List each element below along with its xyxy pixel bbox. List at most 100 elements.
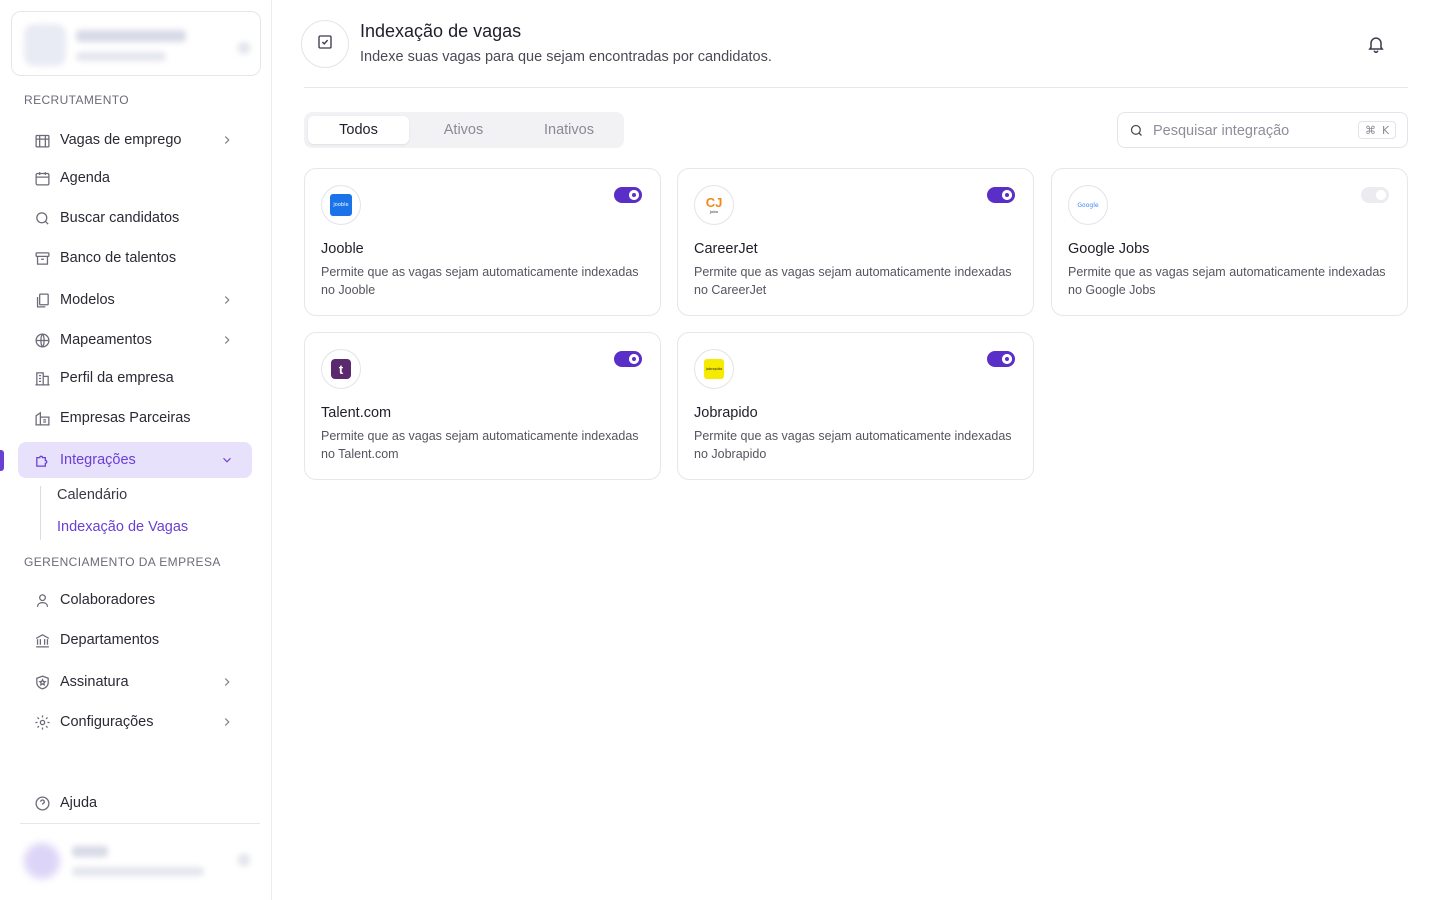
- command-key-icon: ⌘: [1365, 123, 1376, 137]
- keyboard-shortcut-hint: ⌘ K: [1358, 121, 1397, 139]
- enable-toggle[interactable]: [1361, 187, 1389, 203]
- integration-name: Jooble: [321, 241, 364, 257]
- buildings-icon: [33, 409, 51, 427]
- enable-toggle[interactable]: [614, 187, 642, 203]
- app-root: RECRUTAMENTO Vagas de emprego Agenda Bus…: [0, 0, 1440, 900]
- organization-switcher-icon: [238, 42, 250, 54]
- sidebar-item-label: Configurações: [60, 714, 154, 730]
- sidebar-subitem-indexacao[interactable]: Indexação de Vagas: [57, 519, 188, 535]
- sidebar-item-colaboradores[interactable]: Colaboradores: [18, 582, 252, 618]
- integration-description: Permite que as vagas sejam automaticamen…: [694, 429, 1012, 461]
- sidebar-item-label: Assinatura: [60, 674, 129, 690]
- integration-description: Permite que as vagas sejam automaticamen…: [1068, 265, 1386, 297]
- sidebar-divider: [20, 823, 260, 824]
- integration-card-talent[interactable]: t Talent.com Permite que as vagas sejam …: [304, 332, 661, 480]
- sidebar-item-mapeamentos[interactable]: Mapeamentos: [18, 322, 252, 358]
- integration-name: Talent.com: [321, 405, 392, 421]
- page-icon: [301, 20, 349, 68]
- talent-logo: t: [321, 349, 361, 389]
- user-profile[interactable]: [16, 836, 260, 888]
- shield-star-icon: [33, 673, 51, 691]
- bank-icon: [33, 631, 51, 649]
- integration-description: Permite que as vagas sejam automaticamen…: [321, 429, 639, 461]
- tab-todos[interactable]: Todos: [308, 116, 409, 144]
- page-subtitle: Indexe suas vagas para que sejam encontr…: [360, 49, 772, 65]
- sidebar-item-buscar[interactable]: Buscar candidatos: [18, 200, 252, 236]
- sidebar-item-label: Empresas Parceiras: [60, 410, 191, 426]
- sidebar-item-perfil[interactable]: Perfil da empresa: [18, 360, 252, 396]
- sidebar-item-parceiras[interactable]: Empresas Parceiras: [18, 400, 252, 436]
- sidebar-item-ajuda[interactable]: Ajuda: [18, 785, 252, 821]
- copy-icon: [33, 291, 51, 309]
- shortcut-key: K: [1382, 123, 1390, 137]
- checkbox-icon: [316, 33, 334, 56]
- search-icon: [33, 209, 51, 227]
- enable-toggle[interactable]: [987, 351, 1015, 367]
- sidebar-item-label: Agenda: [60, 170, 110, 186]
- sidebar-item-label: Banco de talentos: [60, 250, 177, 266]
- organization-detail-redacted: [76, 52, 166, 61]
- talent-logo-mark: t: [331, 359, 351, 379]
- enable-toggle[interactable]: [987, 187, 1015, 203]
- chevron-right-icon: [220, 715, 234, 729]
- sidebar-item-label: Colaboradores: [60, 592, 156, 608]
- search-icon: [1129, 123, 1144, 138]
- header-divider: [304, 87, 1408, 88]
- sidebar-item-label: Departamentos: [60, 632, 160, 648]
- organization-name-redacted: [76, 30, 186, 42]
- google-logo-mark: Google: [1077, 201, 1099, 209]
- chevron-right-icon: [220, 133, 234, 147]
- sidebar-item-departamentos[interactable]: Departamentos: [18, 622, 252, 658]
- sidebar-item-configuracoes[interactable]: Configurações: [18, 704, 252, 740]
- archive-icon: [33, 249, 51, 267]
- sidebar-subitem-calendario[interactable]: Calendário: [57, 487, 127, 503]
- active-indicator: [0, 450, 4, 471]
- tab-inativos[interactable]: Inativos: [518, 116, 620, 144]
- section-label-company: GERENCIAMENTO DA EMPRESA: [24, 555, 221, 569]
- chevron-right-icon: [220, 333, 234, 347]
- chevron-right-icon: [220, 675, 234, 689]
- calendar-icon: [33, 169, 51, 187]
- sidebar-item-modelos[interactable]: Modelos: [18, 282, 252, 318]
- search-box: ⌘ K: [1117, 112, 1408, 148]
- globe-icon: [33, 331, 51, 349]
- sidebar-item-agenda[interactable]: Agenda: [18, 160, 252, 196]
- chevron-right-icon: [220, 293, 234, 307]
- sidebar-item-assinatura[interactable]: Assinatura: [18, 664, 252, 700]
- integration-name: Jobrapido: [694, 405, 758, 421]
- jooble-logo: jooble: [321, 185, 361, 225]
- company-icon: [33, 369, 51, 387]
- sidebar-item-label: Modelos: [60, 292, 115, 308]
- sidebar-item-vagas[interactable]: Vagas de emprego: [18, 122, 252, 158]
- integration-card-jobrapido[interactable]: jobrapido Jobrapido Permite que as vagas…: [677, 332, 1034, 480]
- enable-toggle[interactable]: [614, 351, 642, 367]
- integration-card-jooble[interactable]: jooble Jooble Permite que as vagas sejam…: [304, 168, 661, 316]
- filter-tabs: Todos Ativos Inativos: [304, 112, 624, 148]
- help-icon: [33, 794, 51, 812]
- puzzle-icon: [33, 451, 51, 469]
- organization-switcher[interactable]: [11, 11, 261, 76]
- building-icon: [33, 131, 51, 149]
- sidebar-item-label: Mapeamentos: [60, 332, 152, 348]
- page-title: Indexação de vagas: [360, 21, 522, 41]
- careerjet-logo: CJ jobs: [694, 185, 734, 225]
- careerjet-logo-mark: CJ jobs: [705, 194, 723, 214]
- integration-card-google-jobs[interactable]: Google Google Jobs Permite que as vagas …: [1051, 168, 1408, 316]
- google-jobs-logo: Google: [1068, 185, 1108, 225]
- chevron-down-icon: [220, 453, 234, 467]
- integration-name: CareerJet: [694, 241, 758, 257]
- user-email-redacted: [72, 867, 204, 876]
- sidebar-item-integracoes[interactable]: Integrações: [18, 442, 252, 478]
- integration-card-careerjet[interactable]: CJ jobs CareerJet Permite que as vagas se…: [677, 168, 1034, 316]
- sidebar-item-label: Buscar candidatos: [60, 210, 180, 226]
- notifications-bell-icon[interactable]: [1366, 34, 1386, 54]
- tab-ativos[interactable]: Ativos: [413, 116, 514, 144]
- integration-name: Google Jobs: [1068, 241, 1150, 257]
- sidebar-item-banco[interactable]: Banco de talentos: [18, 240, 252, 276]
- jooble-logo-mark: jooble: [330, 194, 352, 216]
- integration-description: Permite que as vagas sejam automaticamen…: [694, 265, 1012, 297]
- search-input[interactable]: [1153, 120, 1353, 142]
- user-name-redacted: [72, 846, 108, 857]
- section-label-recruitment: RECRUTAMENTO: [24, 93, 130, 107]
- sidebar-item-label: Perfil da empresa: [60, 370, 174, 386]
